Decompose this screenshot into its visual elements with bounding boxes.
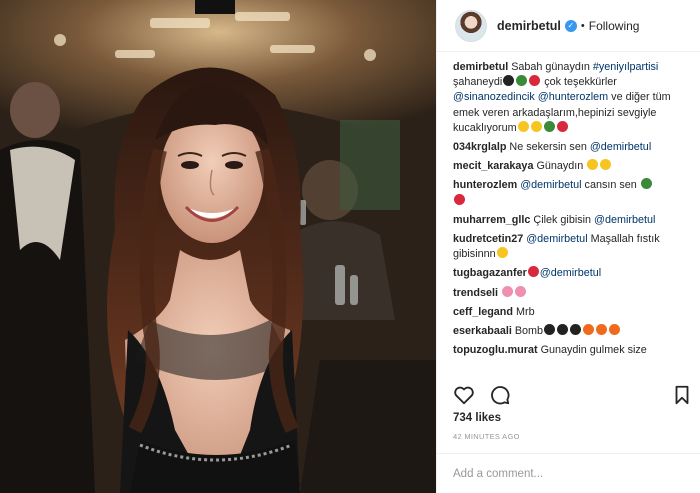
comment-mention[interactable]: @demirbetul bbox=[526, 233, 587, 245]
caption: demirbetul Sabah günaydın #yeniyılpartisi… bbox=[453, 60, 693, 136]
comment-username[interactable]: muharrem_gllc bbox=[453, 214, 530, 226]
comment-username[interactable]: trendseli bbox=[453, 287, 498, 299]
comment-row: mecit_karakaya Günaydın bbox=[453, 159, 693, 174]
bomb-emoji-icon bbox=[557, 324, 569, 336]
heart-emoji-icon bbox=[527, 266, 539, 278]
likes-count[interactable]: 734 likes bbox=[453, 412, 501, 424]
bookmark-icon[interactable] bbox=[671, 384, 693, 406]
comment-row: eserkabaali Bomb bbox=[453, 324, 693, 339]
comment-row: hunterozlem @demirbetul cansın sen bbox=[453, 178, 693, 208]
caption-text-2: şahaneydi bbox=[453, 76, 503, 89]
post-header: demirbetul ✓ • Following bbox=[437, 0, 700, 52]
smile-emoji-icon bbox=[587, 159, 599, 171]
explosion-emoji-icon bbox=[583, 324, 595, 336]
avatar[interactable] bbox=[455, 9, 487, 42]
header-separator: • bbox=[580, 19, 585, 32]
header-username[interactable]: demirbetul bbox=[497, 19, 561, 33]
add-comment-bar bbox=[437, 453, 700, 493]
comment-mention[interactable]: @demirbetul bbox=[590, 141, 651, 153]
bomb-emoji-icon bbox=[570, 324, 582, 336]
comment-row: trendseli bbox=[453, 285, 693, 301]
comment-text: Çilek gibisin bbox=[533, 213, 595, 226]
tree-emoji-icon bbox=[516, 75, 528, 87]
comment-username[interactable]: 034krglalp bbox=[453, 141, 506, 153]
comment-username[interactable]: kudretcetin27 bbox=[453, 233, 523, 245]
post-actions bbox=[453, 383, 693, 407]
comment-username[interactable]: ceff_legand bbox=[453, 306, 513, 318]
comment-mention[interactable]: @demirbetul bbox=[520, 179, 581, 191]
flower-emoji-icon bbox=[502, 285, 514, 297]
comment-row: ceff_legand Mrb bbox=[453, 305, 693, 320]
comment-text: Bomb bbox=[514, 325, 544, 338]
comment-row: 034krglalp Ne sekersin sen @demirbetul bbox=[453, 140, 693, 155]
comment-username[interactable]: eserkabaali bbox=[453, 325, 512, 337]
comment-mention[interactable]: @demirbetul bbox=[540, 267, 601, 279]
heart-emoji-icon bbox=[556, 120, 568, 132]
smile-emoji-icon bbox=[600, 159, 612, 171]
caption-username[interactable]: demirbetul bbox=[453, 61, 508, 73]
caption-mention-1[interactable]: @sinanozedincik bbox=[453, 91, 535, 103]
heart-emoji-icon bbox=[529, 75, 541, 87]
car-emoji-icon bbox=[640, 178, 652, 190]
comment-text: Günaydın bbox=[536, 160, 587, 173]
post-photo[interactable] bbox=[0, 0, 436, 493]
caption-text-3: çok teşekkürler bbox=[541, 76, 617, 89]
car-emoji-icon bbox=[543, 120, 555, 132]
caption-text-1: Sabah günaydın bbox=[511, 61, 593, 73]
flower-emoji-icon bbox=[515, 285, 527, 297]
comment-username[interactable]: tugbagazanfer bbox=[453, 267, 527, 279]
comment-row: kudretcetin27 @demirbetul Maşallah fıstık… bbox=[453, 232, 693, 262]
verified-badge-icon: ✓ bbox=[564, 19, 577, 32]
party-photo-illustration bbox=[0, 0, 436, 493]
post-timestamp: 42 MINUTES AGO bbox=[453, 432, 520, 441]
clover-emoji-icon bbox=[503, 75, 515, 87]
explosion-emoji-icon bbox=[596, 324, 608, 336]
comment-text: Gunaydin gulmek size bbox=[540, 344, 647, 357]
comment-row: muharrem_gllc Çilek gibisin @demirbetul bbox=[453, 213, 693, 228]
explosion-emoji-icon bbox=[609, 324, 621, 336]
comment-text: cansın sen bbox=[581, 179, 640, 192]
comment-text: Mrb bbox=[516, 305, 535, 318]
comment-row: topuzoglu.murat Gunaydin gulmek size bbox=[453, 343, 693, 358]
comment-mention[interactable]: @demirbetul bbox=[594, 214, 655, 226]
comment-username[interactable]: topuzoglu.murat bbox=[453, 344, 538, 356]
comment-icon[interactable] bbox=[489, 384, 511, 406]
comments-list: demirbetul Sabah günaydın #yeniyılpartisi… bbox=[453, 60, 693, 378]
comment-text: Ne sekersin sen bbox=[509, 141, 590, 154]
caption-hashtag[interactable]: #yeniyılpartisi bbox=[593, 61, 658, 73]
comment-row: tugbagazanfer @demirbetul bbox=[453, 266, 693, 281]
add-comment-input[interactable] bbox=[453, 467, 683, 480]
caption-mention-2[interactable]: @hunterozlem bbox=[538, 91, 608, 103]
thumbs-up-emoji-icon bbox=[496, 247, 508, 259]
post-sidebar: demirbetul ✓ • Following demirbetul Sabah… bbox=[436, 0, 700, 493]
heart-icon[interactable] bbox=[453, 384, 475, 406]
bell-emoji-icon bbox=[517, 120, 529, 132]
comment-username[interactable]: mecit_karakaya bbox=[453, 160, 533, 172]
lips-emoji-icon bbox=[454, 193, 465, 205]
following-button[interactable]: Following bbox=[589, 19, 640, 33]
kiss-emoji-icon bbox=[530, 120, 542, 132]
comment-username[interactable]: hunterozlem bbox=[453, 179, 517, 191]
bomb-emoji-icon bbox=[544, 324, 556, 336]
